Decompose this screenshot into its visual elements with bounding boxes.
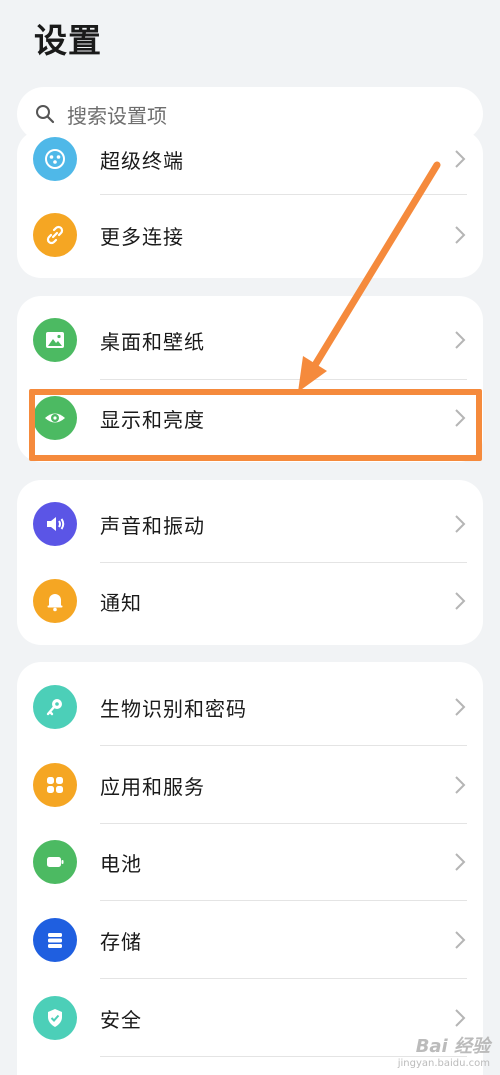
settings-item-label: 安全: [100, 1007, 142, 1032]
settings-group-sound: 声音和振动 通知: [17, 480, 483, 645]
page-title: 设置: [34, 21, 102, 60]
settings-item-wallpaper[interactable]: 桌面和壁纸: [17, 301, 483, 379]
bell-icon: [33, 579, 77, 623]
super-device-icon: [33, 137, 77, 181]
search-icon: [35, 104, 55, 124]
settings-group-connectivity: 超级终端 更多连接: [17, 130, 483, 278]
speaker-icon: [33, 502, 77, 546]
settings-item-display-brightness[interactable]: 显示和亮度: [17, 379, 483, 457]
chevron-right-icon: [453, 407, 467, 429]
chevron-right-icon: [453, 696, 467, 718]
settings-item-label: 应用和服务: [100, 774, 205, 799]
key-icon: [33, 685, 77, 729]
settings-item-sound-vibration[interactable]: 声音和振动: [17, 485, 483, 563]
chevron-right-icon: [453, 224, 467, 246]
watermark: Bai 经验 jingyan.baidu.com: [398, 1032, 490, 1069]
chevron-right-icon: [453, 774, 467, 796]
chevron-right-icon: [453, 1007, 467, 1029]
eye-icon: [33, 396, 77, 440]
settings-item-biometrics[interactable]: 生物识别和密码: [17, 668, 483, 746]
settings-item-label: 存储: [100, 929, 142, 954]
storage-icon: [33, 918, 77, 962]
settings-item-more-connections[interactable]: 更多连接: [17, 196, 483, 274]
battery-icon: [33, 840, 77, 884]
divider: [100, 194, 467, 195]
settings-item-label: 通知: [100, 590, 142, 615]
settings-group-display: 桌面和壁纸 显示和亮度: [17, 296, 483, 462]
settings-item-label: 声音和振动: [100, 513, 205, 538]
chevron-right-icon: [453, 929, 467, 951]
settings-item-label: 电池: [100, 851, 142, 876]
settings-item-super-device[interactable]: 超级终端: [17, 130, 483, 198]
settings-group-security: 生物识别和密码 应用和服务 电池 存储 安全: [17, 662, 483, 1075]
shield-icon: [33, 996, 77, 1040]
settings-item-label: 显示和亮度: [100, 407, 205, 432]
settings-item-notifications[interactable]: 通知: [17, 562, 483, 640]
settings-item-label: 更多连接: [100, 224, 184, 249]
link-icon: [33, 213, 77, 257]
settings-item-label: 生物识别和密码: [100, 696, 247, 721]
apps-icon: [33, 763, 77, 807]
settings-item-storage[interactable]: 存储: [17, 901, 483, 979]
watermark-line1: Bai 经验: [415, 1036, 490, 1057]
image-icon: [33, 318, 77, 362]
chevron-right-icon: [453, 513, 467, 535]
chevron-right-icon: [453, 148, 467, 170]
settings-item-label: 桌面和壁纸: [100, 329, 205, 354]
settings-item-battery[interactable]: 电池: [17, 823, 483, 901]
settings-item-label: 超级终端: [100, 148, 184, 173]
watermark-line2: jingyan.baidu.com: [397, 1058, 490, 1069]
chevron-right-icon: [453, 590, 467, 612]
chevron-right-icon: [453, 329, 467, 351]
chevron-right-icon: [453, 851, 467, 873]
settings-item-apps-services[interactable]: 应用和服务: [17, 746, 483, 824]
search-placeholder: 搜索设置项: [67, 103, 167, 128]
